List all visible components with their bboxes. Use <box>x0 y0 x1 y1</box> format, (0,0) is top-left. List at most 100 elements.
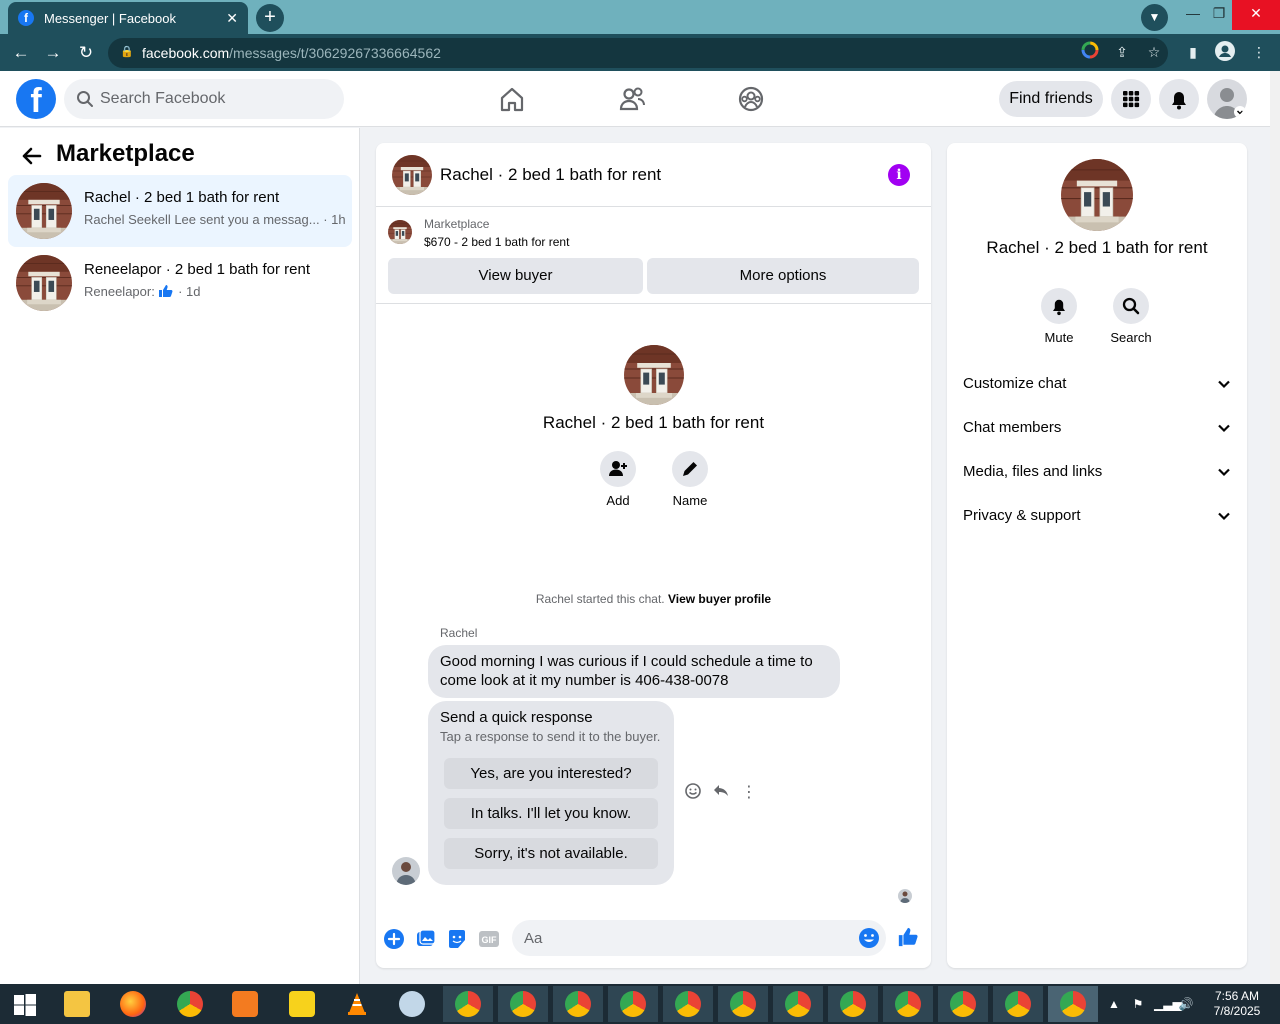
bell-icon <box>1172 92 1186 110</box>
start-button[interactable] <box>0 986 50 1022</box>
chrome-profile-taskbar-button[interactable] <box>608 986 658 1022</box>
thumbs-up-icon <box>159 285 173 297</box>
customize-chat-section[interactable]: Customize chat <box>963 375 1231 399</box>
close-tab-icon[interactable]: ✕ <box>226 10 238 27</box>
sender-avatar[interactable] <box>392 857 420 885</box>
quick-response-option[interactable]: Yes, are you interested? <box>444 758 658 789</box>
chrome-profile-taskbar-button[interactable] <box>883 986 933 1022</box>
quick-response-option[interactable]: Sorry, it's not available. <box>444 838 658 869</box>
bookmark-star-icon[interactable]: ☆ <box>1143 41 1165 63</box>
share-icon[interactable]: ⇪ <box>1111 41 1133 63</box>
vlc-cone-icon <box>348 993 366 1015</box>
new-tab-button[interactable]: + <box>256 4 284 32</box>
back-icon[interactable]: ← <box>8 40 34 66</box>
search-in-conversation-button[interactable]: Search <box>1101 288 1161 345</box>
react-emoji-icon[interactable] <box>682 782 704 804</box>
menu-grid-button[interactable] <box>1111 79 1151 119</box>
mute-button[interactable]: Mute <box>1029 288 1089 345</box>
conversation-avatar <box>16 183 72 239</box>
sticker-icon[interactable] <box>446 928 468 950</box>
name-chat-button[interactable]: Name <box>662 451 718 508</box>
chrome-profile-taskbar-button[interactable] <box>773 986 823 1022</box>
conversation-item[interactable]: Rachel · 2 bed 1 bath for rent Rachel Se… <box>8 175 352 247</box>
facebook-logo-icon[interactable]: f <box>16 79 56 120</box>
snipping-tool-taskbar-button[interactable] <box>387 986 437 1022</box>
url-text[interactable]: facebook.com/messages/t/3062926733666456… <box>142 45 441 61</box>
groups-icon[interactable] <box>731 79 771 119</box>
photo-icon[interactable] <box>415 928 437 950</box>
chat-title[interactable]: Rachel · 2 bed 1 bath for rent <box>440 165 661 185</box>
info-panel-avatar[interactable] <box>1061 159 1133 231</box>
facebook-search-box[interactable] <box>64 79 344 119</box>
gif-icon[interactable]: GIF <box>478 928 500 950</box>
home-icon[interactable] <box>492 79 532 119</box>
message-input[interactable] <box>524 920 844 956</box>
chat-members-section[interactable]: Chat members <box>963 419 1231 443</box>
search-input[interactable] <box>100 79 330 119</box>
file-explorer-taskbar-button[interactable] <box>52 986 102 1022</box>
vlc-taskbar-button[interactable] <box>332 986 382 1022</box>
chrome-profile-taskbar-button[interactable] <box>993 986 1043 1022</box>
chrome-profile-taskbar-button[interactable] <box>553 986 603 1022</box>
reload-icon[interactable]: ↻ <box>73 40 99 66</box>
view-buyer-profile-link[interactable]: View buyer profile <box>668 592 771 606</box>
media-files-links-section[interactable]: Media, files and links <box>963 463 1231 487</box>
player-taskbar-button[interactable] <box>277 986 327 1022</box>
conversation-preview: Rachel Seekell Lee sent you a messag... … <box>84 212 346 227</box>
network-signal-icon[interactable]: ▁▃▅ <box>1154 996 1182 1012</box>
more-vertical-icon[interactable]: ⋮ <box>738 782 760 804</box>
info-icon[interactable]: i <box>888 164 910 186</box>
quick-response-option[interactable]: In talks. I'll let you know. <box>444 798 658 829</box>
message-input-box[interactable] <box>512 920 886 956</box>
uc-browser-taskbar-button[interactable] <box>220 986 270 1022</box>
chrome-profile-taskbar-button[interactable] <box>498 986 548 1022</box>
listing-label: Marketplace <box>424 217 490 231</box>
notifications-button[interactable] <box>1159 79 1199 119</box>
back-arrow-icon[interactable] <box>20 145 44 167</box>
google-icon[interactable] <box>1079 41 1101 63</box>
side-panel-icon[interactable]: ▮ <box>1182 41 1204 63</box>
marketplace-sidebar: Marketplace Rachel · 2 bed 1 bath for re… <box>0 128 360 984</box>
more-options-button[interactable]: More options <box>647 258 919 294</box>
volume-icon[interactable]: 🔊 <box>1178 996 1194 1012</box>
facebook-header: f Find friends <box>0 71 1270 127</box>
chat-panel: Rachel · 2 bed 1 bath for rent i Marketp… <box>376 143 931 968</box>
tab-search-button[interactable]: ▼ <box>1141 4 1168 31</box>
forward-icon[interactable]: → <box>40 40 66 66</box>
chrome-profile-taskbar-button[interactable] <box>938 986 988 1022</box>
add-people-button[interactable]: Add <box>590 451 646 508</box>
chevron-down-icon <box>1218 380 1230 389</box>
plus-circle-icon[interactable] <box>383 928 405 950</box>
chrome-profile-taskbar-button[interactable] <box>443 986 493 1022</box>
profile-icon[interactable] <box>1214 41 1236 63</box>
emoji-icon[interactable] <box>858 927 880 949</box>
name-label: Name <box>672 493 708 508</box>
view-buyer-button[interactable]: View buyer <box>388 258 643 294</box>
incoming-message-bubble[interactable]: Good morning I was curious if I could sc… <box>428 645 840 698</box>
chrome-profile-taskbar-button[interactable] <box>828 986 878 1022</box>
chrome-profile-taskbar-button[interactable] <box>663 986 713 1022</box>
find-friends-button[interactable]: Find friends <box>999 81 1103 117</box>
page-scrollbar[interactable] <box>1270 71 1280 984</box>
listing-price[interactable]: $670 - 2 bed 1 bath for rent <box>424 235 569 249</box>
account-avatar-button[interactable] <box>1207 79 1247 119</box>
chrome-active-taskbar-button[interactable] <box>1048 986 1098 1022</box>
restore-button[interactable]: ❐ <box>1204 0 1234 30</box>
friends-icon[interactable] <box>612 79 652 119</box>
action-center-flag-icon[interactable]: ⚑ <box>1130 996 1146 1012</box>
window-close-button[interactable]: ✕ <box>1232 0 1280 30</box>
chrome-taskbar-button[interactable] <box>165 986 215 1022</box>
chat-header-avatar[interactable] <box>392 155 432 195</box>
firefox-taskbar-button[interactable] <box>108 986 158 1022</box>
chrome-profile-taskbar-button[interactable] <box>718 986 768 1022</box>
listing-thumbnail[interactable] <box>388 220 412 244</box>
chrome-menu-icon[interactable]: ⋮ <box>1248 41 1270 63</box>
omnibox[interactable]: 🔒 facebook.com/messages/t/30629267336664… <box>108 38 1168 68</box>
reply-icon[interactable] <box>710 782 732 804</box>
show-hidden-icons-icon[interactable]: ▲ <box>1106 996 1122 1012</box>
privacy-support-section[interactable]: Privacy & support <box>963 507 1231 531</box>
conversation-item[interactable]: Reneelapor · 2 bed 1 bath for rent Renee… <box>8 247 352 319</box>
taskbar-clock[interactable]: 7:56 AM 7/8/2025 <box>1204 989 1270 1019</box>
like-thumbs-up-icon[interactable] <box>897 926 919 948</box>
browser-tab[interactable]: f Messenger | Facebook ✕ <box>8 2 248 34</box>
